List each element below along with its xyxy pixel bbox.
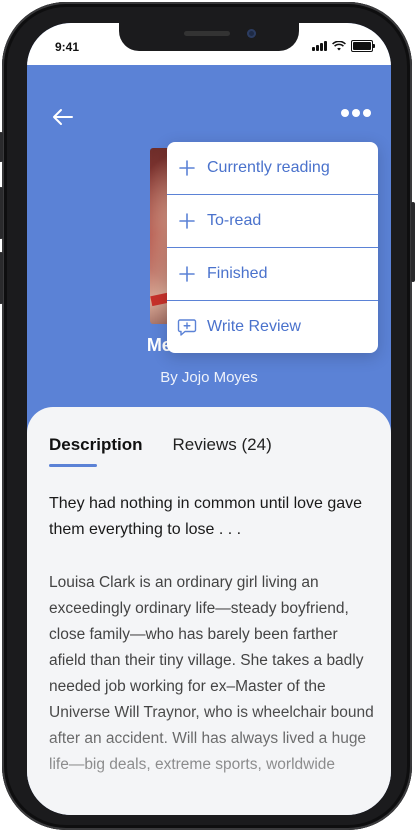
book-author: By Jojo Moyes: [160, 369, 258, 386]
menu-item-label: Write Review: [207, 318, 301, 335]
back-button[interactable]: [51, 105, 75, 129]
plus-icon: [177, 264, 197, 284]
power-button: [411, 202, 415, 282]
tab-reviews[interactable]: Reviews (24): [173, 435, 272, 467]
description-body: Louisa Clark is an ordinary girl living …: [49, 574, 374, 773]
menu-item-finished[interactable]: Finished: [167, 248, 378, 301]
volume-down-button: [0, 252, 3, 304]
battery-icon: [351, 40, 375, 52]
menu-item-currently-reading[interactable]: Currently reading: [167, 142, 378, 195]
menu-item-label: Currently reading: [207, 159, 330, 176]
description-tagline: They had nothing in common until love ga…: [49, 495, 363, 538]
details-panel: Description Reviews (24) They had nothin…: [27, 407, 391, 815]
more-horizontal-icon: [341, 109, 349, 117]
status-time: 9:41: [55, 40, 80, 54]
screen: 9:41 Me By Jojo Moyes Currently reading …: [27, 23, 391, 815]
signal-icon: [312, 41, 327, 51]
status-icons: [312, 40, 375, 52]
menu-item-write-review[interactable]: Write Review: [167, 301, 378, 353]
wifi-icon: [332, 41, 346, 51]
arrow-left-icon: [53, 109, 73, 125]
plus-icon: [177, 211, 197, 231]
menu-item-label: Finished: [207, 265, 268, 282]
phone-frame: 9:41 Me By Jojo Moyes Currently reading …: [0, 2, 415, 830]
tab-description[interactable]: Description: [49, 435, 143, 467]
review-icon: [177, 317, 197, 337]
shelf-menu: Currently reading To-read Finished Write…: [167, 142, 378, 353]
mute-switch: [0, 132, 3, 162]
volume-up-button: [0, 187, 3, 239]
menu-item-to-read[interactable]: To-read: [167, 195, 378, 248]
tab-bar: Description Reviews (24): [49, 435, 272, 467]
front-camera: [247, 29, 256, 38]
menu-item-label: To-read: [207, 212, 262, 229]
speaker: [184, 31, 230, 36]
notch: [119, 23, 299, 51]
plus-icon: [177, 158, 197, 178]
more-options-button[interactable]: [341, 109, 371, 117]
